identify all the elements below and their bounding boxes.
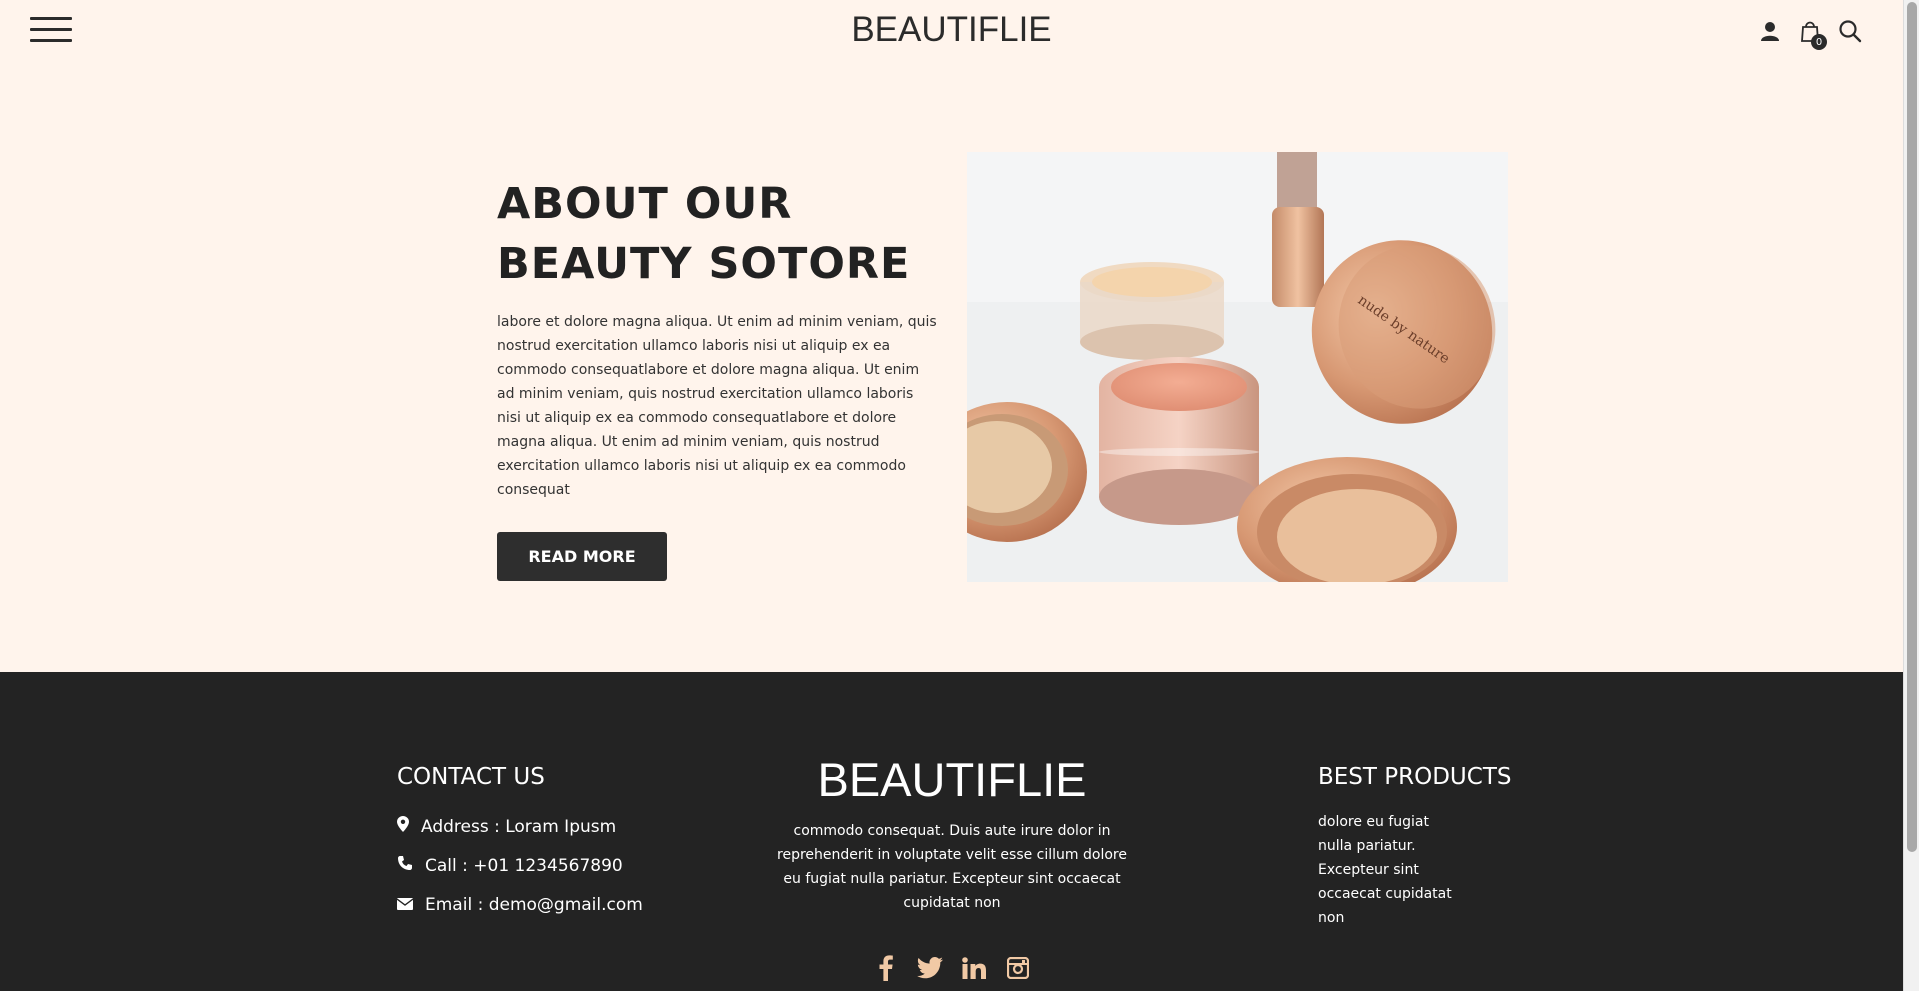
- contact-call: Call : +01 1234567890: [397, 853, 643, 878]
- search-icon[interactable]: [1837, 18, 1863, 44]
- scrollbar-thumb[interactable]: [1907, 2, 1917, 852]
- about-title: ABOUT OUR BEAUTY SOTORE: [497, 174, 937, 294]
- about-title-line1: ABOUT OUR: [497, 179, 793, 229]
- facebook-icon[interactable]: [873, 955, 899, 981]
- site-footer: CONTACT US Address : Loram Ipusm Call : …: [0, 672, 1903, 991]
- cart-icon[interactable]: 0: [1797, 18, 1827, 50]
- header-icons: 0: [1757, 18, 1863, 50]
- email-text[interactable]: Email : demo@gmail.com: [425, 895, 643, 915]
- best-products-heading: BEST PRODUCTS: [1318, 764, 1512, 790]
- read-more-button[interactable]: READ MORE: [497, 532, 667, 581]
- footer-description: commodo consequat. Duis aute irure dolor…: [777, 823, 1127, 911]
- instagram-icon[interactable]: [1005, 955, 1031, 981]
- about-title-line2: BEAUTY SOTORE: [497, 239, 911, 289]
- list-item[interactable]: non: [1318, 906, 1511, 930]
- contact-column: CONTACT US Address : Loram Ipusm Call : …: [396, 764, 643, 917]
- call-text[interactable]: Call : +01 1234567890: [425, 856, 623, 876]
- about-body: labore et dolore magna aliqua. Ut enim a…: [497, 314, 937, 498]
- best-products-list: dolore eu fugiat nulla pariatur. Excepte…: [1318, 810, 1511, 930]
- envelope-icon: [396, 895, 414, 915]
- contact-address: Address : Loram Ipusm: [397, 814, 643, 839]
- footer-brand-column: BEAUTIFLIE commodo consequat. Duis aute …: [770, 752, 1134, 981]
- linkedin-icon[interactable]: [961, 955, 987, 981]
- cosmetics-product-image: nude by nature: [967, 152, 1508, 582]
- contact-heading: CONTACT US: [397, 764, 545, 790]
- address-text: Address : Loram Ipusm: [421, 816, 617, 837]
- contact-email: Email : demo@gmail.com: [396, 892, 643, 917]
- site-header: BEAUTIFLIE 0: [0, 0, 1903, 62]
- social-links: [770, 955, 1134, 981]
- list-item[interactable]: nulla pariatur.: [1318, 834, 1511, 858]
- list-item[interactable]: dolore eu fugiat: [1318, 810, 1511, 834]
- twitter-icon[interactable]: [917, 955, 943, 981]
- list-item[interactable]: occaecat cupidatat: [1318, 882, 1511, 906]
- about-section: ABOUT OUR BEAUTY SOTORE labore et dolore…: [0, 62, 1903, 672]
- site-logo[interactable]: BEAUTIFLIE: [0, 10, 1903, 50]
- phone-icon: [397, 855, 413, 876]
- user-icon[interactable]: [1757, 18, 1783, 44]
- about-text: ABOUT OUR BEAUTY SOTORE labore et dolore…: [497, 174, 937, 581]
- list-item[interactable]: Excepteur sint: [1318, 858, 1511, 882]
- footer-logo[interactable]: BEAUTIFLIE: [770, 752, 1134, 807]
- best-products-column: BEST PRODUCTS dolore eu fugiat nulla par…: [1318, 764, 1511, 930]
- page-scrollbar[interactable]: [1903, 0, 1919, 991]
- cart-count-badge: 0: [1811, 34, 1827, 50]
- map-pin-icon: [397, 816, 409, 837]
